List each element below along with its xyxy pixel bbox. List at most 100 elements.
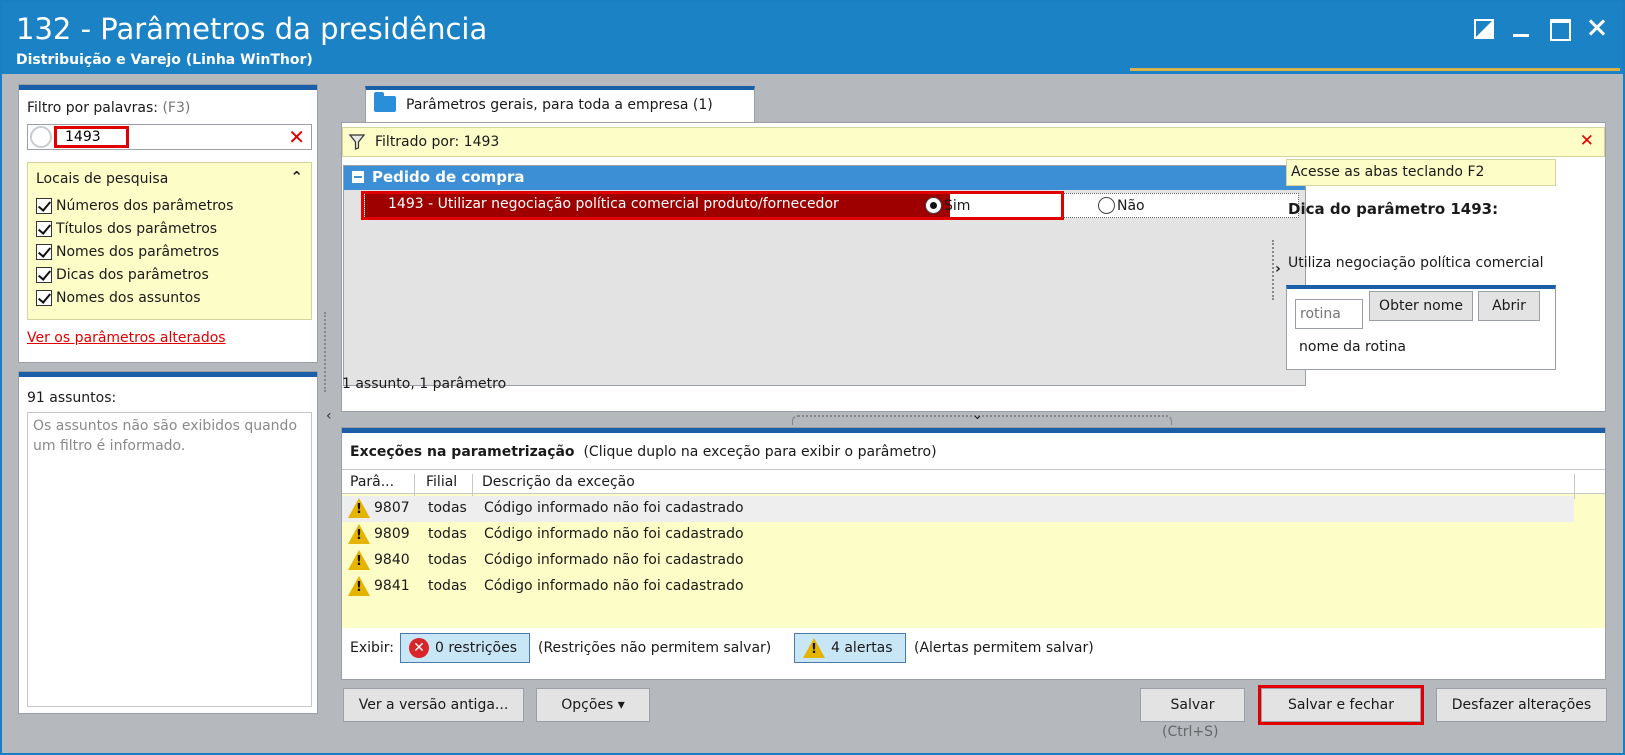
window-controls: [1471, 16, 1609, 41]
checkbox-label: Títulos dos parâmetros: [56, 221, 218, 237]
vertical-splitter[interactable]: [324, 312, 332, 392]
checkbox-label: Dicas dos parâmetros: [56, 267, 209, 283]
save-and-close-button[interactable]: Salvar e fechar: [1261, 688, 1421, 722]
checkbox-param-names[interactable]: Nomes dos parâmetros: [36, 244, 219, 260]
routine-box: Obter nome Abrir nome da rotina: [1286, 285, 1556, 370]
search-info-icon: [30, 126, 52, 148]
row-branch: todas: [428, 552, 467, 568]
table-row[interactable]: 9807 todas Código informado não foi cada…: [342, 496, 1574, 522]
radio-yes[interactable]: Sim: [925, 197, 970, 214]
maximize-icon[interactable]: [1547, 16, 1571, 41]
restrictions-count: 0 restrições: [435, 640, 518, 656]
save-shortcut: (Ctrl+S): [1162, 724, 1219, 740]
checkbox-param-tips[interactable]: Dicas dos parâmetros: [36, 267, 209, 283]
row-branch: todas: [428, 526, 467, 542]
col-description[interactable]: Descrição da exceção: [482, 474, 635, 490]
subjects-empty-message: Os assuntos não são exibidos quando um f…: [33, 418, 298, 454]
table-row[interactable]: 9841 todas Código informado não foi cada…: [342, 574, 1574, 600]
table-row[interactable]: 9840 todas Código informado não foi cada…: [342, 548, 1574, 574]
checkbox-label: Números dos parâmetros: [56, 198, 234, 214]
collapse-chevron-icon[interactable]: ⌃: [290, 168, 303, 186]
search-locations-title: Locais de pesquisa: [36, 171, 169, 187]
remove-filter-icon[interactable]: ✕: [1580, 131, 1594, 151]
tab-label: Parâmetros gerais, para toda a empresa (…: [406, 97, 713, 113]
alerts-toggle[interactable]: 4 alertas: [794, 633, 906, 663]
close-window-icon[interactable]: [1585, 16, 1609, 40]
radio-no[interactable]: Não: [1098, 197, 1145, 214]
row-description: Código informado não foi cadastrado: [484, 526, 744, 542]
radio-selected-icon: [925, 197, 942, 214]
params-grid: Pedido de compra 1493 - Utilizar negocia…: [343, 165, 1306, 386]
routine-input[interactable]: [1295, 299, 1363, 329]
title-accent-line: [1130, 68, 1620, 71]
tab-general-params[interactable]: Parâmetros gerais, para toda a empresa (…: [365, 86, 755, 122]
options-dropdown-button[interactable]: Opções ▾: [536, 688, 650, 722]
subjects-count: 91 assuntos:: [27, 390, 117, 406]
tabs-hint: Acesse as abas teclando F2: [1286, 159, 1556, 186]
exceptions-subtitle: (Clique duplo na exceção para exibir o p…: [583, 444, 937, 460]
altered-params-link[interactable]: Ver os parâmetros alterados: [27, 330, 226, 346]
window-title: 132 - Parâmetros da presidência: [16, 12, 488, 46]
funnel-icon: [349, 134, 365, 150]
clear-filter-icon[interactable]: ✕: [288, 125, 305, 149]
collapse-left-icon[interactable]: ‹: [326, 408, 332, 424]
chevron-down-icon[interactable]: ⌄: [972, 408, 983, 423]
old-version-button[interactable]: Ver a versão antiga...: [343, 688, 524, 722]
group-header-purchase-order[interactable]: Pedido de compra: [344, 166, 1305, 190]
filter-search-box: ✕: [27, 124, 312, 150]
checkbox-checked-icon: [36, 267, 52, 283]
show-label: Exibir:: [350, 640, 395, 656]
row-param: 9841: [374, 578, 410, 594]
param-tip-title: Dica do parâmetro 1493:: [1288, 200, 1499, 218]
row-description: Código informado não foi cadastrado: [484, 578, 744, 594]
row-branch: todas: [428, 500, 467, 516]
panel-accent-bar: [342, 428, 1605, 433]
checkbox-checked-icon: [36, 244, 52, 260]
checkbox-label: Nomes dos assuntos: [56, 290, 201, 306]
edit-window-icon[interactable]: [1471, 16, 1495, 40]
undo-changes-button[interactable]: Desfazer alterações: [1436, 688, 1607, 722]
window-subtitle: Distribuição e Varejo (Linha WinThor): [16, 52, 313, 68]
row-param: 9807: [374, 500, 410, 516]
collapse-minus-icon[interactable]: [352, 171, 364, 183]
radio-no-label: Não: [1117, 197, 1145, 214]
radio-yes-label: Sim: [944, 197, 971, 214]
checkbox-label: Nomes dos parâmetros: [56, 244, 220, 260]
checkbox-checked-icon: [36, 198, 52, 214]
filter-panel: Filtro por palavras: (F3) ✕ Locais de pe…: [18, 84, 318, 363]
filter-input[interactable]: [54, 126, 129, 148]
filtered-by-bar: Filtrado por: 1493 ✕: [342, 127, 1605, 157]
save-button[interactable]: Salvar: [1140, 688, 1245, 722]
result-count: 1 assunto, 1 parâmetro: [342, 376, 507, 392]
expand-right-icon[interactable]: ›: [1275, 261, 1281, 277]
filter-label: Filtro por palavras: (F3): [27, 100, 190, 116]
row-branch: todas: [428, 578, 467, 594]
subjects-list[interactable]: Os assuntos não são exibidos quando um f…: [27, 412, 312, 707]
checkbox-subject-names[interactable]: Nomes dos assuntos: [36, 290, 201, 306]
filtered-by-text: Filtrado por: 1493: [375, 134, 500, 150]
param-row-1493[interactable]: 1493 - Utilizar negociação política come…: [361, 191, 1299, 220]
exceptions-header: Exceções na parametrização (Clique duplo…: [350, 444, 937, 460]
alerts-count: 4 alertas: [831, 640, 893, 656]
alerts-note: (Alertas permitem salvar): [914, 640, 1094, 656]
row-description: Código informado não foi cadastrado: [484, 552, 744, 568]
checkbox-param-numbers[interactable]: Números dos parâmetros: [36, 198, 233, 214]
title-bar: 132 - Parâmetros da presidência Distribu…: [2, 2, 1623, 74]
search-locations-box: Locais de pesquisa ⌃ Números dos parâmet…: [27, 162, 312, 320]
col-param[interactable]: Parâ...: [350, 474, 394, 490]
row-description: Código informado não foi cadastrado: [484, 500, 744, 516]
minimize-icon[interactable]: [1509, 16, 1533, 40]
col-branch[interactable]: Filial: [426, 474, 457, 490]
checkbox-param-titles[interactable]: Títulos dos parâmetros: [36, 221, 217, 237]
open-button[interactable]: Abrir: [1478, 291, 1540, 321]
restrictions-toggle[interactable]: ✕ 0 restrições: [400, 633, 530, 663]
get-name-button[interactable]: Obter nome: [1369, 291, 1473, 321]
checkbox-checked-icon: [36, 221, 52, 237]
subjects-panel: 91 assuntos: Os assuntos não são exibido…: [18, 371, 318, 714]
table-row[interactable]: 9809 todas Código informado não foi cada…: [342, 522, 1574, 548]
panel-accent-bar: [19, 372, 317, 377]
param-label: 1493 - Utilizar negociação política come…: [365, 194, 950, 217]
warning-icon: [803, 638, 825, 658]
row-param: 9809: [374, 526, 410, 542]
panel-accent-bar: [19, 85, 317, 90]
